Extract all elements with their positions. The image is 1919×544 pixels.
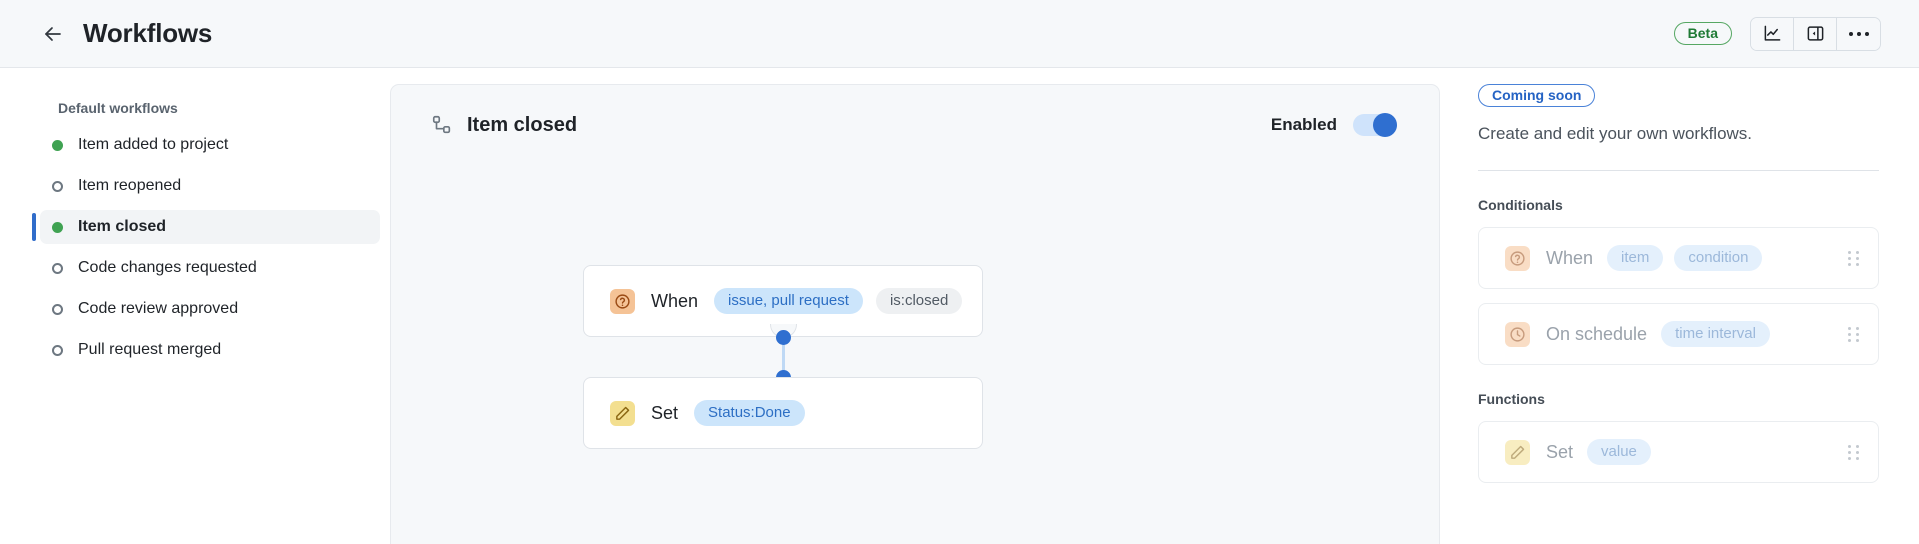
pencil-icon [1505,439,1530,465]
status-dot-disabled [52,303,63,315]
arrow-left-icon [45,26,61,41]
conditional-block-when[interactable]: When item condition [1478,227,1879,289]
coming-soon-badge: Coming soon [1478,84,1596,107]
sidebar-item-label: Code review approved [78,300,239,317]
block-verb: Set [1546,441,1574,462]
page-header: Workflows Beta [0,0,1919,68]
status-dot-disabled [52,180,63,192]
panel-divider [1478,170,1879,171]
more-options-button[interactable] [1837,17,1880,50]
node-pill-trigger-type[interactable]: issue, pull request [714,288,863,314]
sidebar-item-code-changes-requested[interactable]: Code changes requested [40,251,380,285]
sidebar-item-label: Code changes requested [78,259,257,276]
status-dot-disabled [52,344,63,356]
function-block-set[interactable]: Set value [1478,421,1879,483]
node-verb: Set [651,402,679,423]
beta-badge: Beta [1673,22,1732,45]
workflow-branch-icon [432,115,451,134]
sidebar-heading: Default workflows [58,100,178,116]
sidebar-item-pull-request-merged[interactable]: Pull request merged [40,333,380,367]
line-chart-icon [1764,25,1780,41]
connector-dot-source[interactable] [776,330,791,345]
sidebar-item-code-review-approved[interactable]: Code review approved [40,292,380,326]
back-button[interactable] [38,19,68,49]
sidebar-item-label: Item added to project [78,136,229,153]
block-pill-item: item [1607,245,1664,271]
drag-handle-icon[interactable] [1848,250,1860,266]
canvas-title: Item closed [467,113,578,136]
block-verb: When [1546,247,1594,268]
enabled-control: Enabled [1270,113,1397,137]
toggle-knob [1373,113,1397,137]
workflow-node-set[interactable]: Set Status:Done [583,377,983,449]
node-verb: When [651,290,699,311]
functions-heading: Functions [1478,391,1545,407]
block-pill-time-interval: time interval [1661,321,1770,347]
panel-description: Create and edit your own workflows. [1478,124,1753,143]
header-actions: Beta [1673,16,1881,51]
sidebar-item-label: Item closed [78,218,167,235]
toggle-side-panel-button[interactable] [1794,17,1837,50]
drag-handle-icon[interactable] [1848,326,1860,342]
enabled-label: Enabled [1270,115,1337,134]
sidebar-item-label: Pull request merged [78,341,222,358]
sidebar-item-label: Item reopened [78,177,182,194]
conditional-block-on-schedule[interactable]: On schedule time interval [1478,303,1879,365]
status-dot-enabled [52,221,63,233]
question-mark-icon [1505,245,1530,271]
block-pill-value: value [1587,439,1651,465]
sidebar-item-item-closed[interactable]: Item closed [32,210,380,244]
node-pill-trigger-filter[interactable]: is:closed [875,288,963,314]
workflow-node-graph: When issue, pull request is:closed Set S… [391,165,1439,485]
canvas-header: Item closed Enabled [391,85,1439,165]
block-verb: On schedule [1546,323,1648,344]
sidebar-item-item-reopened[interactable]: Item reopened [40,169,380,203]
pencil-icon [610,400,635,426]
workflow-sidebar: Default workflows Item added to project … [0,68,390,544]
clock-icon [1505,321,1530,347]
status-dot-disabled [52,262,63,274]
kebab-menu-icon [1848,31,1869,36]
conditionals-heading: Conditionals [1478,197,1563,213]
drag-handle-icon[interactable] [1848,444,1860,460]
workflow-canvas: Item closed Enabled When issue, pull req… [390,84,1440,544]
insights-button[interactable] [1751,17,1794,50]
enabled-toggle[interactable] [1353,113,1397,137]
node-pill-set-value[interactable]: Status:Done [694,400,805,426]
status-dot-enabled [52,139,63,151]
header-button-group [1750,16,1881,51]
side-panel-icon [1807,26,1823,41]
question-mark-icon [610,288,635,314]
sidebar-item-item-added-to-project[interactable]: Item added to project [40,128,380,162]
workflow-building-blocks-panel: Coming soon Create and edit your own wor… [1478,84,1879,544]
page-title: Workflows [83,18,213,48]
block-pill-condition: condition [1674,245,1763,271]
